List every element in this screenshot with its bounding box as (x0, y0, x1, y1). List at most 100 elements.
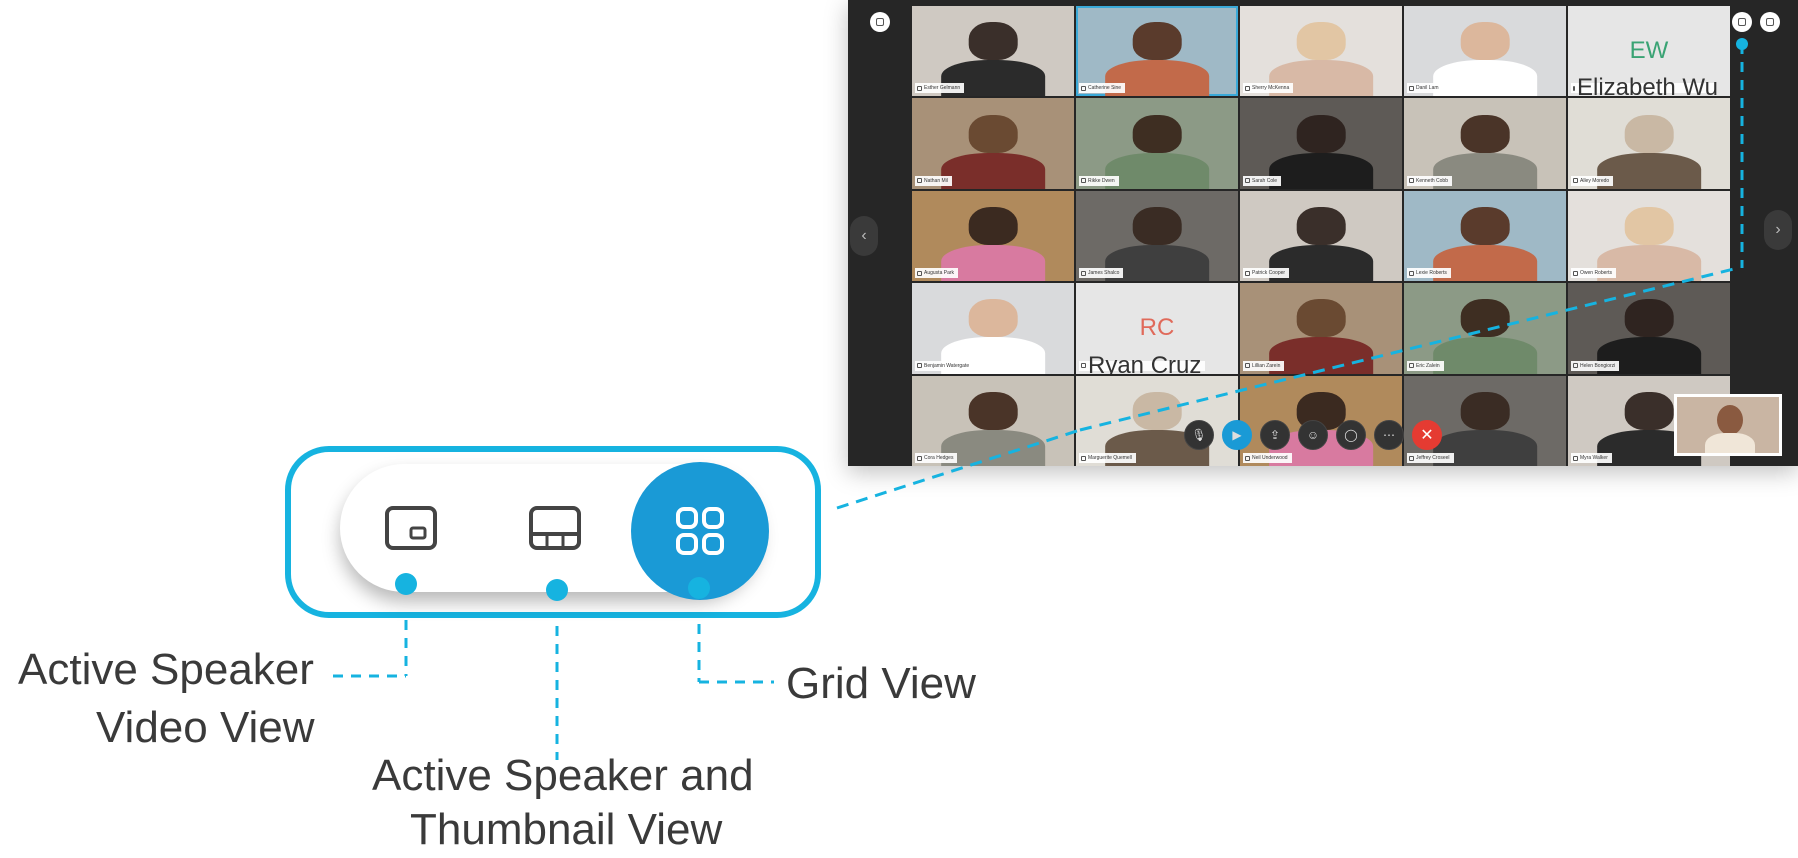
participant-video (968, 114, 1018, 153)
participant-name: Sherry McKenna (1252, 85, 1290, 92)
participant-name-label: Jeffrey Croseel (1407, 453, 1454, 463)
participant-tile[interactable]: RC Ryan Cruz (1076, 283, 1238, 374)
participant-name: Kenneth Cobb (1416, 177, 1448, 184)
participant-video (1269, 152, 1373, 189)
layout-icon[interactable] (1732, 12, 1752, 32)
participant-video (968, 299, 1018, 338)
previous-page-arrow[interactable]: ‹ (850, 216, 878, 256)
participant-tile[interactable]: Danil Lam (1404, 6, 1566, 97)
participant-name-label: Helen Bongiorzi (1571, 360, 1620, 371)
participant-name: Neil Underwood (1252, 455, 1288, 461)
participant-name: Jeffrey Croseel (1416, 455, 1450, 461)
participant-tile[interactable]: Owen Roberts (1568, 190, 1730, 282)
participant-name-label: Sarah Cole (1243, 175, 1282, 186)
chat-icon[interactable]: ◯ (1336, 420, 1366, 450)
thumbnail-view-button[interactable] (490, 464, 620, 592)
participant-name: Sarah Cole (1252, 177, 1278, 184)
participant-name-label: James Shalco (1079, 268, 1124, 279)
participant-name-label: Eric Zalein (1407, 360, 1444, 371)
video-icon[interactable]: ▶ (1222, 420, 1252, 450)
device-icon (1081, 178, 1086, 184)
participant-video (941, 152, 1045, 189)
participant-video (1296, 22, 1346, 61)
label-thumbnail-line2: Thumbnail View (410, 805, 723, 854)
active-speaker-view-marker (395, 573, 417, 595)
mute-icon[interactable]: 🎙 (1184, 420, 1214, 450)
participant-tile[interactable]: Catherine Sine (1076, 6, 1238, 97)
self-view-video (1674, 394, 1782, 456)
participant-tile[interactable]: Esther Gelmann (912, 6, 1074, 97)
participant-tile[interactable]: Sarah Cole (1240, 98, 1402, 189)
participant-name-label: Ryan Cruz (1079, 351, 1206, 374)
device-icon (917, 178, 922, 184)
device-icon (917, 455, 922, 461)
participant-tile[interactable]: Alley Moredo (1568, 98, 1730, 189)
participant-name-label: Owen Roberts (1571, 268, 1616, 279)
participant-tile[interactable]: EW Elizabeth Wu (1568, 6, 1730, 97)
participant-name-label: Lillian Zarein (1243, 360, 1285, 371)
participant-tile[interactable]: Helen Bongiorzi (1568, 283, 1730, 374)
participant-tile[interactable]: Benjamin Watergate (912, 283, 1074, 374)
participant-name: Augusta Park (924, 270, 955, 277)
participants-icon[interactable]: ☺ (1298, 420, 1328, 450)
participant-tile[interactable]: Nathan Mil (912, 98, 1074, 189)
thumbnail-view-icon (529, 506, 581, 550)
share-icon[interactable]: ⇪ (1260, 420, 1290, 450)
participant-name-label: Sherry McKenna (1243, 83, 1294, 94)
participant-tile[interactable]: Cora Hedges (912, 375, 1074, 466)
participant-tile[interactable]: Lillian Zarein (1240, 283, 1402, 374)
participant-tile[interactable]: Eric Zalein (1404, 283, 1566, 374)
participant-name: Nathan Mil (924, 177, 948, 184)
device-icon (1081, 270, 1086, 276)
device-icon (917, 363, 922, 369)
participant-tile[interactable]: James Shalco (1076, 190, 1238, 282)
device-icon (1409, 270, 1414, 276)
participant-name-label: Elizabeth Wu (1571, 76, 1718, 96)
meeting-controls: 🎙 ▶ ⇪ ☺ ◯ ⋯ ✕ (1184, 420, 1442, 450)
participant-tile[interactable]: Lexie Roberts (1404, 190, 1566, 282)
device-icon (1409, 85, 1414, 91)
active-speaker-view-button[interactable] (346, 464, 476, 592)
participant-name-label: Augusta Park (915, 268, 959, 279)
more-icon[interactable]: ⋯ (1374, 420, 1404, 450)
end-call-button[interactable]: ✕ (1412, 420, 1442, 450)
settings-icon[interactable] (870, 12, 890, 32)
participant-name: Esther Gelmann (924, 85, 961, 92)
participant-name: Eric Zalein (1416, 362, 1440, 369)
participant-video (1296, 207, 1346, 246)
participant-video (1624, 114, 1674, 153)
thumbnail-view-marker (546, 579, 568, 601)
participant-video (1132, 207, 1182, 246)
participant-initials: EW (1629, 37, 1669, 65)
grid-view-icon (676, 507, 724, 555)
participant-name-label: Patrick Cooper (1243, 268, 1290, 279)
participant-name-label: Rikke Dwen (1079, 175, 1119, 186)
device-icon (1245, 270, 1250, 276)
participant-tile[interactable]: Patrick Cooper (1240, 190, 1402, 282)
participant-video (968, 22, 1018, 61)
participant-video (1624, 299, 1674, 338)
meeting-window: ‹ › Esther Gelmann Catherine Sine Sherry M… (848, 0, 1798, 466)
device-icon (1081, 455, 1086, 461)
popout-icon[interactable] (1760, 12, 1780, 32)
participant-name: Catherine Sine (1088, 85, 1122, 92)
participant-name-label: Benjamin Watergate (915, 360, 974, 371)
participant-tile[interactable]: Kenneth Cobb (1404, 98, 1566, 189)
participant-name-label: Marguerite Quemell (1079, 453, 1136, 463)
participant-name: Marguerite Quemell (1088, 455, 1132, 461)
label-active-speaker-line2: Video View (96, 703, 315, 752)
next-page-arrow[interactable]: › (1764, 210, 1792, 250)
participant-tile[interactable]: Sherry McKenna (1240, 6, 1402, 97)
participant-name: Ryan Cruz (1088, 351, 1202, 374)
participant-video (1460, 22, 1510, 61)
participant-video (1460, 114, 1510, 153)
participant-tile[interactable]: Rikke Dwen (1076, 98, 1238, 189)
label-active-speaker-line1: Active Speaker (18, 645, 314, 694)
device-icon (1409, 455, 1414, 461)
participant-video (968, 207, 1018, 246)
participant-video (1269, 337, 1373, 374)
label-grid-view: Grid View (786, 659, 976, 708)
device-icon (1081, 363, 1086, 369)
participant-video (1105, 152, 1209, 189)
participant-tile[interactable]: Augusta Park (912, 190, 1074, 282)
